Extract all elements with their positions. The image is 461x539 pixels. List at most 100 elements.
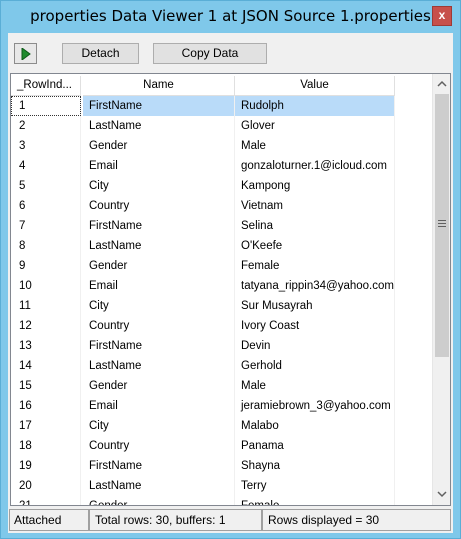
table-row[interactable]: 9 Gender Female <box>11 256 395 276</box>
cell-value[interactable]: Ivory Coast <box>235 316 395 336</box>
column-header-name[interactable]: Name <box>83 76 235 96</box>
cell-name[interactable]: Gender <box>83 136 235 156</box>
cell-value[interactable]: Panama <box>235 436 395 456</box>
cell-name[interactable]: Gender <box>83 376 235 396</box>
cell-name[interactable]: Country <box>83 316 235 336</box>
cell-name[interactable]: FirstName <box>83 216 235 236</box>
cell-value[interactable]: Female <box>235 496 395 505</box>
table-row[interactable]: 8 LastName O'Keefe <box>11 236 395 256</box>
cell-rowindex[interactable]: 1 <box>11 96 81 116</box>
cell-name[interactable]: Email <box>83 156 235 176</box>
status-displayed: Rows displayed = 30 <box>262 509 451 531</box>
cell-name[interactable]: Gender <box>83 496 235 505</box>
cell-rowindex[interactable]: 19 <box>11 456 81 476</box>
cell-name[interactable]: LastName <box>83 356 235 376</box>
cell-rowindex[interactable]: 13 <box>11 336 81 356</box>
cell-value[interactable]: Gerhold <box>235 356 395 376</box>
close-button[interactable]: x <box>432 6 452 26</box>
cell-value[interactable]: Male <box>235 136 395 156</box>
table-row[interactable]: 16 Email jeramiebrown_3@yahoo.com <box>11 396 395 416</box>
cell-rowindex[interactable]: 4 <box>11 156 81 176</box>
cell-value[interactable]: O'Keefe <box>235 236 395 256</box>
cell-rowindex[interactable]: 10 <box>11 276 81 296</box>
cell-value[interactable]: Selina <box>235 216 395 236</box>
cell-value[interactable]: Male <box>235 376 395 396</box>
cell-name[interactable]: Email <box>83 396 235 416</box>
cell-name[interactable]: City <box>83 296 235 316</box>
cell-name[interactable]: Country <box>83 196 235 216</box>
cell-value[interactable]: Malabo <box>235 416 395 436</box>
detach-button[interactable]: Detach <box>62 43 139 64</box>
cell-name[interactable]: Country <box>83 436 235 456</box>
cell-rowindex[interactable]: 16 <box>11 396 81 416</box>
cell-rowindex[interactable]: 17 <box>11 416 81 436</box>
cell-rowindex[interactable]: 18 <box>11 436 81 456</box>
toolbar: Detach Copy Data <box>8 33 453 71</box>
cell-name[interactable]: City <box>83 416 235 436</box>
table-row[interactable]: 20 LastName Terry <box>11 476 395 496</box>
cell-rowindex[interactable]: 7 <box>11 216 81 236</box>
table-row[interactable]: 7 FirstName Selina <box>11 216 395 236</box>
table-row[interactable]: 4 Email gonzaloturner.1@icloud.com <box>11 156 395 176</box>
cell-value[interactable]: gonzaloturner.1@icloud.com <box>235 156 395 176</box>
table-row[interactable]: 21GenderFemale <box>11 496 395 505</box>
table-row[interactable]: 15 Gender Male <box>11 376 395 396</box>
vertical-scrollbar[interactable] <box>432 74 450 505</box>
cell-rowindex[interactable]: 2 <box>11 116 81 136</box>
cell-name[interactable]: FirstName <box>83 336 235 356</box>
cell-name[interactable]: LastName <box>83 236 235 256</box>
cell-name[interactable]: FirstName <box>83 456 235 476</box>
table-row[interactable]: 6 Country Vietnam <box>11 196 395 216</box>
play-button[interactable] <box>14 43 37 64</box>
cell-value[interactable]: Shayna <box>235 456 395 476</box>
cell-rowindex[interactable]: 15 <box>11 376 81 396</box>
cell-rowindex[interactable]: 21 <box>11 496 81 505</box>
cell-name[interactable]: Email <box>83 276 235 296</box>
cell-value[interactable]: Female <box>235 256 395 276</box>
table-row[interactable]: 3 Gender Male <box>11 136 395 156</box>
scroll-down-arrow[interactable] <box>433 486 451 503</box>
cell-name[interactable]: City <box>83 176 235 196</box>
cell-rowindex[interactable]: 20 <box>11 476 81 496</box>
table-row[interactable]: 18 Country Panama <box>11 436 395 456</box>
cell-value[interactable]: Glover <box>235 116 395 136</box>
table-row[interactable]: 11 City Sur Musayrah <box>11 296 395 316</box>
cell-rowindex[interactable]: 6 <box>11 196 81 216</box>
table-row[interactable]: 2 LastName Glover <box>11 116 395 136</box>
cell-rowindex[interactable]: 5 <box>11 176 81 196</box>
grid-viewport[interactable]: _RowInd... Name Value 1 FirstName Rudolph 2… <box>11 74 432 505</box>
scroll-up-arrow[interactable] <box>433 75 451 92</box>
cell-name[interactable]: Gender <box>83 256 235 276</box>
cell-rowindex[interactable]: 11 <box>11 296 81 316</box>
cell-value[interactable]: Kampong <box>235 176 395 196</box>
column-header-rowindex[interactable]: _RowInd... <box>11 76 81 96</box>
cell-rowindex[interactable]: 9 <box>11 256 81 276</box>
scroll-thumb[interactable] <box>435 94 449 357</box>
table-row[interactable]: 17 City Malabo <box>11 416 395 436</box>
cell-rowindex[interactable]: 12 <box>11 316 81 336</box>
cell-value[interactable]: tatyana_rippin34@yahoo.com <box>235 276 395 296</box>
table-row[interactable]: 10 Email tatyana_rippin34@yahoo.com <box>11 276 395 296</box>
cell-value[interactable]: jeramiebrown_3@yahoo.com <box>235 396 395 416</box>
table-row[interactable]: 19 FirstName Shayna <box>11 456 395 476</box>
copy-data-button[interactable]: Copy Data <box>153 43 267 64</box>
table-row[interactable]: 5 City Kampong <box>11 176 395 196</box>
cell-name[interactable]: FirstName <box>83 96 235 116</box>
cell-rowindex[interactable]: 8 <box>11 236 81 256</box>
cell-value[interactable]: Devin <box>235 336 395 356</box>
table-row[interactable]: 12 Country Ivory Coast <box>11 316 395 336</box>
cell-value[interactable]: Sur Musayrah <box>235 296 395 316</box>
cell-name[interactable]: LastName <box>83 476 235 496</box>
table-row[interactable]: 1 FirstName Rudolph <box>11 96 395 116</box>
cell-rowindex[interactable]: 14 <box>11 356 81 376</box>
column-header-value[interactable]: Value <box>235 76 395 96</box>
cell-rowindex[interactable]: 3 <box>11 136 81 156</box>
cell-value[interactable]: Terry <box>235 476 395 496</box>
table-row[interactable]: 14 LastName Gerhold <box>11 356 395 376</box>
title-bar[interactable]: properties Data Viewer 1 at JSON Source … <box>1 1 460 33</box>
cell-value[interactable]: Rudolph <box>235 96 395 116</box>
cell-value[interactable]: Vietnam <box>235 196 395 216</box>
chevron-down-icon <box>437 491 447 498</box>
table-row[interactable]: 13 FirstName Devin <box>11 336 395 356</box>
cell-name[interactable]: LastName <box>83 116 235 136</box>
